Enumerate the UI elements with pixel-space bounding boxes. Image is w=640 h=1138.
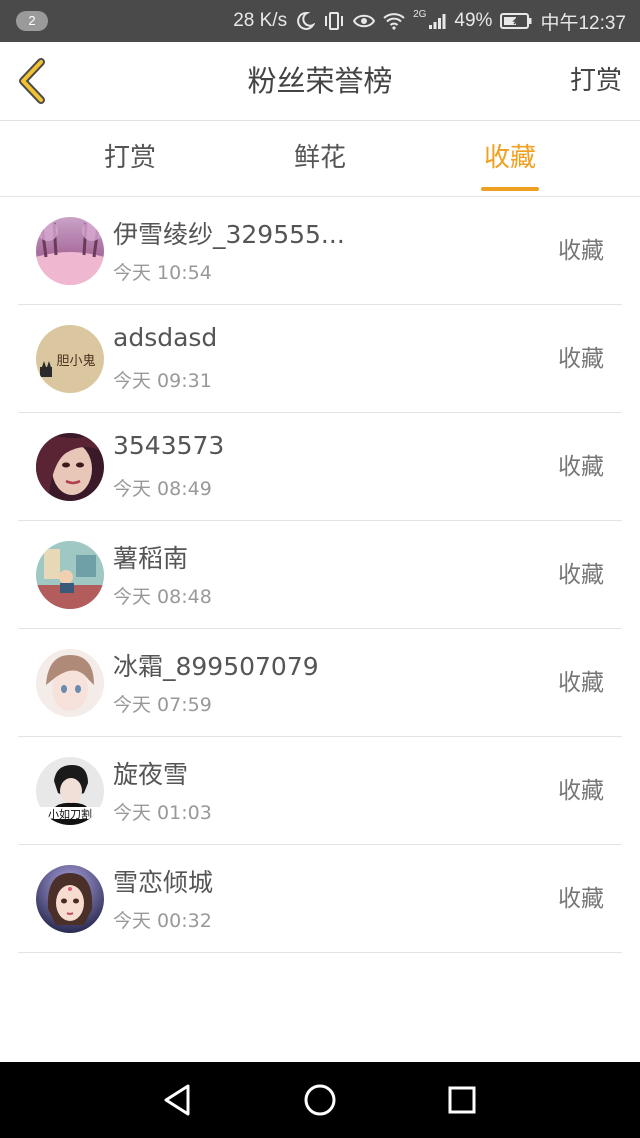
user-name: 伊雪绫纱_329555... (113, 220, 345, 249)
action-time: 今天 09:31 (113, 370, 212, 392)
system-nav-bar (0, 1062, 640, 1138)
user-name: 薯稻南 (113, 544, 189, 573)
user-name: 冰霜_899507079 (113, 652, 319, 681)
action-time: 今天 08:48 (113, 586, 212, 608)
user-name: 雪恋倾城 (113, 868, 214, 897)
action-label: 收藏 (558, 886, 604, 912)
vibrate-icon (323, 11, 345, 31)
avatar-text: 胆小鬼 (56, 353, 95, 369)
tab-label: 收藏 (483, 143, 536, 173)
notification-count-badge: 2 (16, 11, 48, 31)
nav-recents-button[interactable] (442, 1080, 482, 1120)
action-time: 今天 10:54 (113, 262, 212, 284)
fan-list: 伊雪绫纱_329555... 今天 10:54 收藏 胆小鬼 adsdasd 今… (0, 197, 640, 953)
avatar (36, 217, 104, 285)
list-item[interactable]: 胆小鬼 adsdasd 今天 09:31 收藏 (0, 305, 640, 413)
avatar-text: 小如刀割 (48, 807, 92, 821)
action-label: 收藏 (558, 562, 604, 588)
action-label: 收藏 (558, 238, 604, 264)
list-item[interactable]: 3543573 今天 08:49 收藏 (0, 413, 640, 521)
status-icons: 28 K/s 2G 49% 中午12:37 (233, 0, 626, 42)
wifi-icon (383, 12, 405, 30)
list-item[interactable]: 伊雪绫纱_329555... 今天 10:54 收藏 (0, 197, 640, 305)
divider (18, 952, 622, 953)
app-header: 粉丝荣誉榜 打赏 (0, 42, 640, 121)
eye-icon (353, 13, 376, 29)
battery-percent: 49% (454, 10, 493, 31)
action-label: 收藏 (558, 778, 604, 804)
list-item[interactable]: 冰霜_899507079 今天 07:59 收藏 (0, 629, 640, 737)
avatar: 胆小鬼 (36, 325, 104, 393)
user-name: adsdasd (113, 323, 218, 352)
chevron-left-icon (19, 58, 45, 104)
avatar (36, 649, 104, 717)
tab-favorites[interactable]: 收藏 (430, 121, 590, 196)
active-tab-indicator (481, 187, 539, 191)
moon-icon (295, 11, 316, 31)
tab-bar: 打赏 鲜花 收藏 (0, 121, 640, 197)
list-item[interactable]: 雪恋倾城 今天 00:32 收藏 (0, 845, 640, 953)
avatar (36, 433, 104, 501)
action-label: 收藏 (558, 454, 604, 480)
action-label: 收藏 (558, 346, 604, 372)
signal-type: 2G (413, 9, 427, 20)
avatar: 小如刀割 (36, 757, 104, 825)
action-time: 今天 07:59 (113, 694, 212, 716)
action-time: 今天 01:03 (113, 802, 212, 824)
reward-button[interactable]: 打赏 (570, 42, 622, 120)
action-time: 今天 08:49 (113, 478, 212, 500)
battery-icon (500, 12, 532, 30)
action-label: 收藏 (558, 670, 604, 696)
triangle-back-icon (164, 1084, 190, 1116)
nav-back-button[interactable] (158, 1080, 198, 1120)
circle-home-icon (304, 1084, 336, 1116)
tab-flowers[interactable]: 鲜花 (240, 121, 400, 196)
square-recents-icon (448, 1086, 476, 1114)
nav-home-button[interactable] (300, 1080, 340, 1120)
avatar (36, 541, 104, 609)
tab-reward[interactable]: 打赏 (50, 121, 210, 196)
list-item[interactable]: 薯稻南 今天 08:48 收藏 (0, 521, 640, 629)
tab-label: 鲜花 (293, 143, 346, 173)
user-name: 旋夜雪 (113, 760, 189, 789)
list-item[interactable]: 小如刀割 旋夜雪 今天 01:03 收藏 (0, 737, 640, 845)
action-time: 今天 00:32 (113, 910, 212, 932)
tab-label: 打赏 (103, 143, 156, 173)
page-title: 粉丝荣誉榜 (247, 64, 393, 98)
network-speed: 28 K/s (233, 10, 288, 31)
cell-signal-icon (428, 12, 446, 30)
back-button[interactable] (14, 58, 54, 104)
status-time: 中午12:37 (540, 12, 626, 34)
user-name: 3543573 (113, 431, 225, 460)
avatar (36, 865, 104, 933)
status-bar: 2 28 K/s 2G 49% 中午12:37 (0, 0, 640, 42)
